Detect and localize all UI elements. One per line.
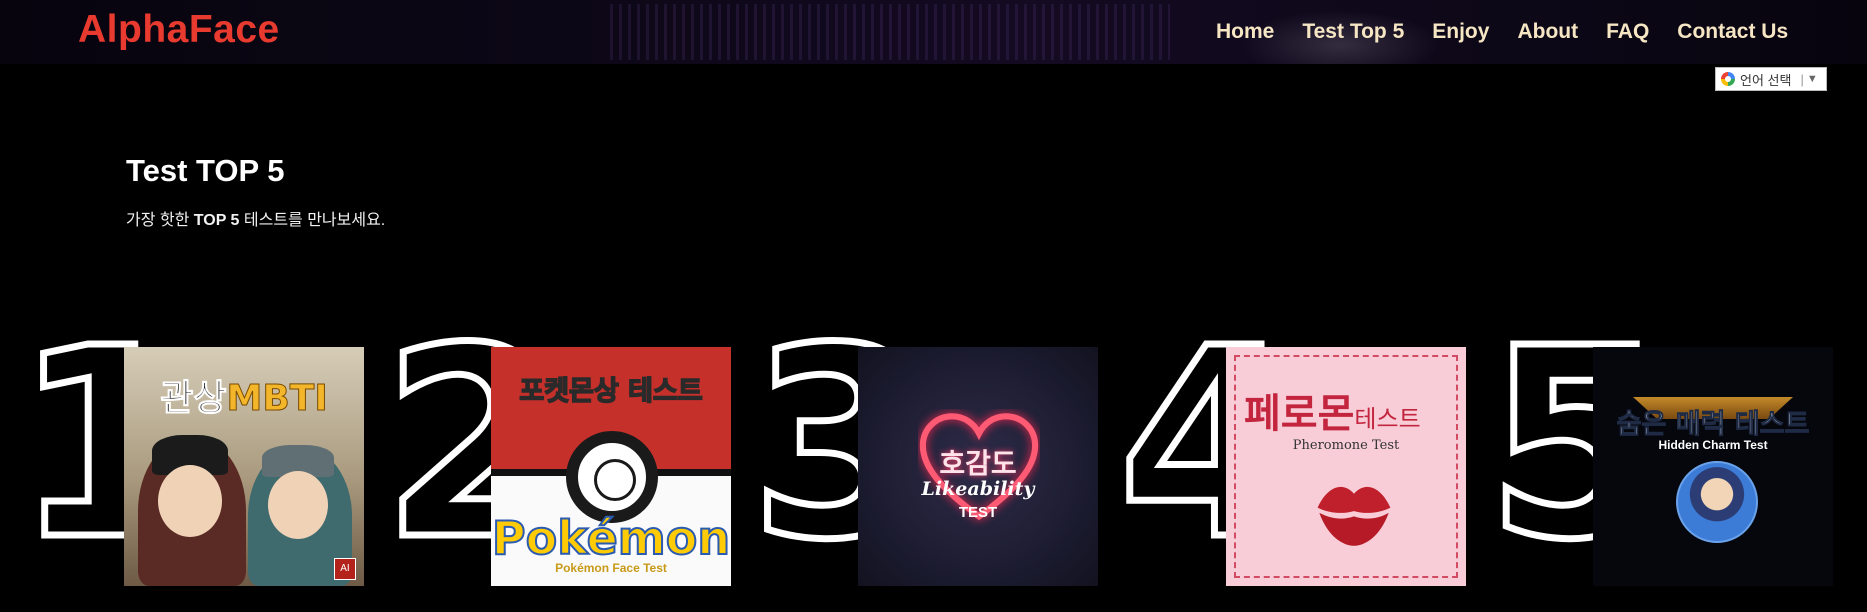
thumbnail-test-label: TEST <box>958 504 998 521</box>
pokemon-logo: Pokémon <box>491 510 731 566</box>
thumbnail-subtitle: Pokémon Face Test <box>555 561 667 575</box>
section-subtitle: 가장 핫한 TOP 5 테스트를 만나보세요. <box>126 206 385 230</box>
language-select[interactable]: 언어 선택 | ▼ <box>1715 67 1827 91</box>
top-navigation-bar: AlphaFace Home Test Top 5 Enjoy About FA… <box>0 0 1867 64</box>
nav-test-top-5[interactable]: Test Top 5 <box>1302 20 1404 44</box>
nav-contact-us[interactable]: Contact Us <box>1677 20 1788 44</box>
nav-enjoy[interactable]: Enjoy <box>1432 20 1489 44</box>
rank-item-2: 2 포켓몬상 테스트 Pokémon Pokémon Face Test <box>378 310 742 592</box>
character-avatar <box>1676 461 1758 543</box>
test-thumbnail-pheromone[interactable]: 페로몬테스트 Pheromone Test <box>1226 347 1466 586</box>
thumbnail-title-mbti: MBTI <box>226 378 328 420</box>
thumbnail-title: 호감도 <box>939 447 1017 480</box>
thumbnail-subtitle: Pheromone Test <box>1292 438 1400 453</box>
test-thumbnail-hidden-charm[interactable]: 숨은 매력 테스트 Hidden Charm Test <box>1593 347 1833 586</box>
test-thumbnail-likeability[interactable]: 호감도 Likeability TEST <box>858 347 1098 586</box>
thumbnail-title: 숨은 매력 테스트 <box>1616 409 1810 441</box>
thumbnail-title-english: Likeability <box>921 478 1035 500</box>
header-audio-wave-decoration <box>610 4 1170 60</box>
rank-item-5: 5 숨은 매력 테스트 Hidden Charm Test <box>1482 310 1846 592</box>
site-logo[interactable]: AlphaFace <box>78 8 280 52</box>
thumbnail-title-small: 테스트 <box>1354 405 1421 433</box>
ai-badge: AI <box>334 558 356 580</box>
section-title: Test TOP 5 <box>126 153 285 188</box>
thumbnail-subtitle: Hidden Charm Test <box>1658 438 1768 452</box>
subtitle-text-start: 가장 핫한 <box>126 212 194 229</box>
rank-item-4: 4 페로몬테스트 Pheromone Test <box>1114 310 1478 592</box>
thumbnail-title-korean: 관상 <box>160 378 227 420</box>
nav-home[interactable]: Home <box>1216 20 1274 44</box>
thumbnail-title: 관상MBTI <box>124 369 364 421</box>
nav-about[interactable]: About <box>1517 20 1578 44</box>
figure-woman-face <box>268 471 328 539</box>
language-select-label: 언어 선택 <box>1740 72 1792 88</box>
chevron-down-icon: ▼ <box>1806 73 1818 85</box>
figure-man-face <box>158 465 222 537</box>
pokeball-icon <box>566 431 658 523</box>
thumbnail-title-main: 페로몬 <box>1244 390 1355 437</box>
rank-item-3: 3 호감도 Likeability TEST <box>746 310 1110 592</box>
rank-item-1: 1 관상MBTI AI <box>10 310 374 592</box>
lips-icon <box>1317 486 1391 546</box>
test-thumbnail-pokemon[interactable]: 포켓몬상 테스트 Pokémon Pokémon Face Test <box>491 347 731 586</box>
nav-faq[interactable]: FAQ <box>1606 20 1649 44</box>
test-thumbnail-face-mbti[interactable]: 관상MBTI AI <box>124 347 364 586</box>
language-select-separator: | <box>1800 71 1804 87</box>
thumbnail-title: 포켓몬상 테스트 <box>519 375 704 408</box>
google-icon <box>1721 72 1735 86</box>
subtitle-text-end: 테스트를 만나보세요. <box>239 212 386 229</box>
main-nav: Home Test Top 5 Enjoy About FAQ Contact … <box>1216 20 1788 44</box>
subtitle-text-bold: TOP 5 <box>193 212 240 229</box>
thumbnail-title: 페로몬테스트 <box>1226 381 1466 439</box>
